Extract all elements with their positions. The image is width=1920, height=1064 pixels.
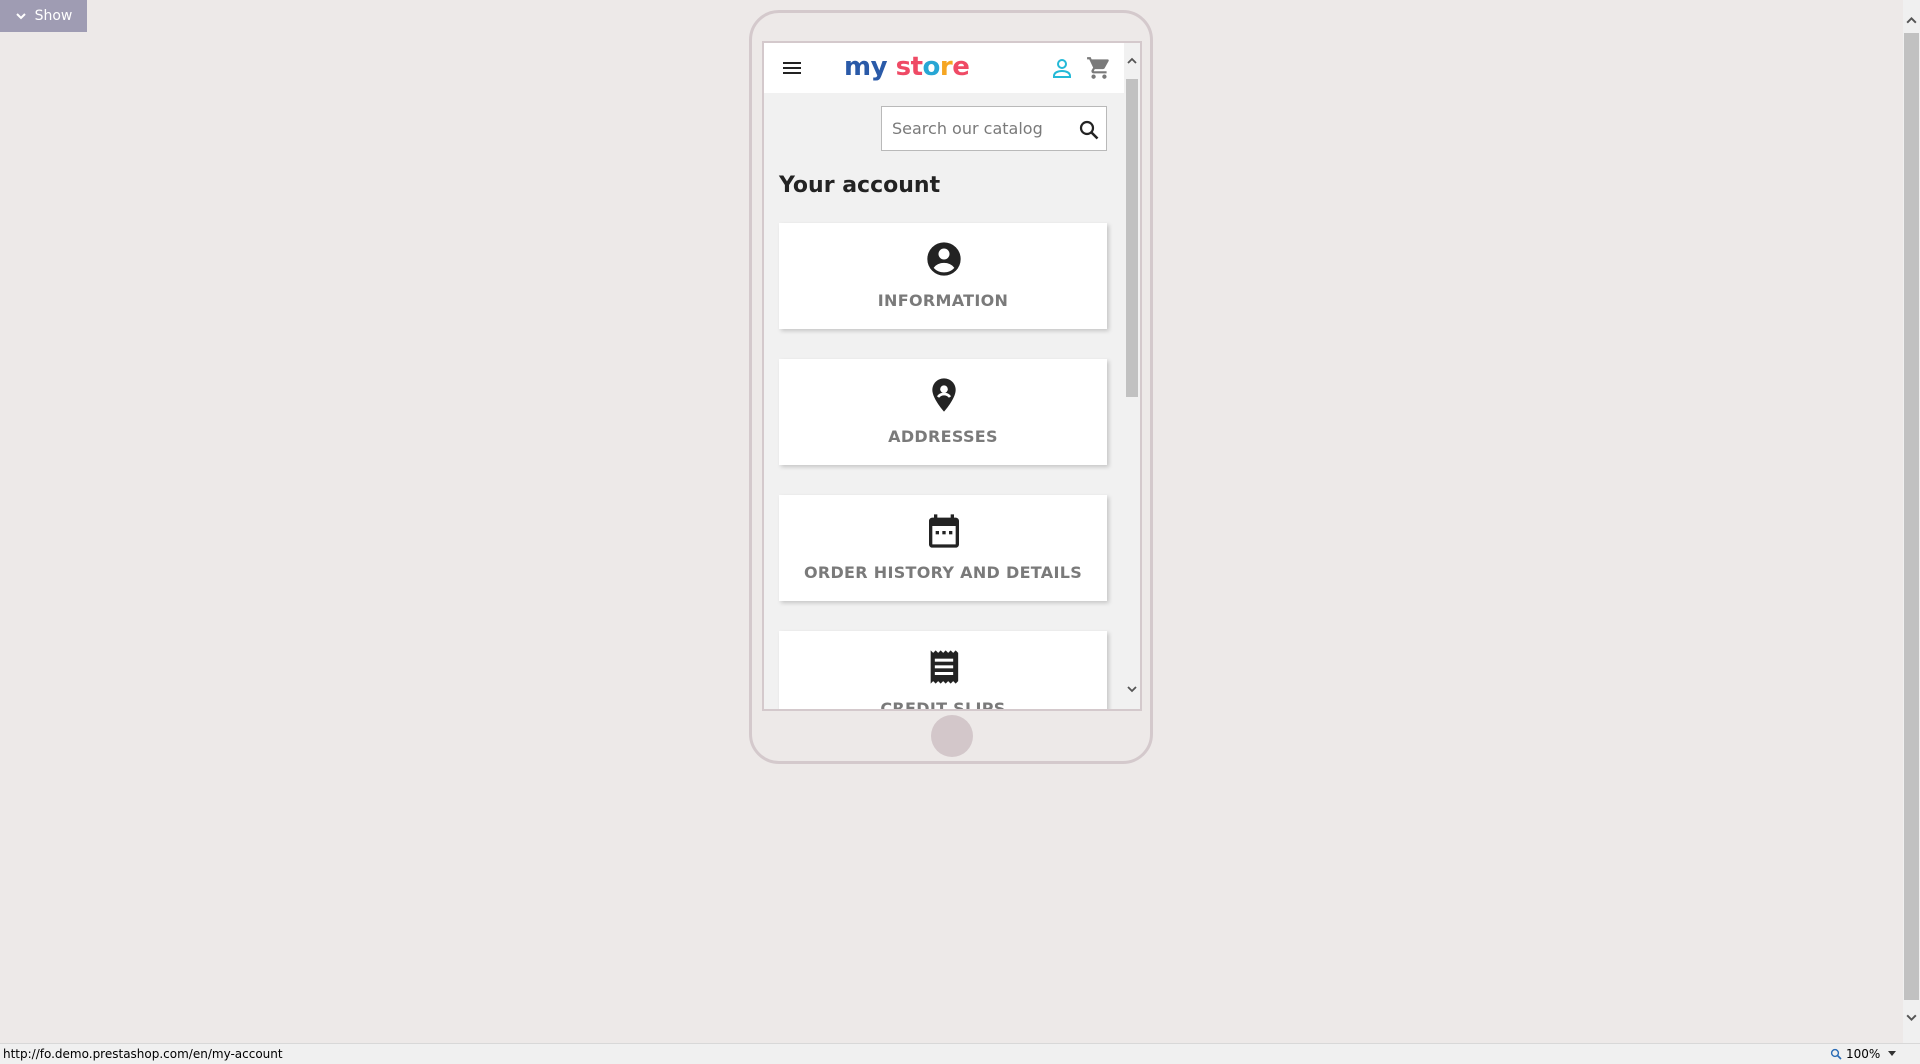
page-scroll-up-icon[interactable]: [1905, 14, 1918, 27]
location-pin-icon: [932, 378, 956, 412]
menu-icon[interactable]: [780, 56, 804, 80]
store-logo[interactable]: my store: [844, 52, 970, 82]
site-header: my store: [764, 43, 1124, 93]
tile-label: ADDRESSES: [888, 427, 998, 446]
scroll-down-icon[interactable]: [1126, 683, 1138, 695]
zoom-icon: [1830, 1048, 1842, 1060]
tile-credit-slips[interactable]: CREDIT SLIPS: [779, 631, 1107, 709]
status-url: http://fo.demo.prestashop.com/en/my-acco…: [3, 1047, 283, 1061]
page-scrollbar-thumb[interactable]: [1904, 33, 1919, 1000]
zoom-dropdown-icon[interactable]: [1888, 1051, 1896, 1057]
device-home-button: [931, 715, 973, 757]
inner-scrollbar[interactable]: [1124, 43, 1140, 709]
tile-label: INFORMATION: [877, 291, 1009, 310]
receipt-icon: [930, 650, 959, 684]
cart-icon[interactable]: [1086, 55, 1112, 81]
page-scroll-down-icon[interactable]: [1905, 1011, 1918, 1024]
page-scrollbar[interactable]: [1903, 0, 1920, 1043]
tile-order-history[interactable]: ORDER HISTORY AND DETAILS: [779, 495, 1107, 601]
account-circle-icon: [927, 242, 961, 276]
search-box: [881, 106, 1107, 151]
tile-addresses[interactable]: ADDRESSES: [779, 359, 1107, 465]
inner-scrollbar-thumb[interactable]: [1126, 79, 1138, 397]
search-icon[interactable]: [1077, 118, 1101, 142]
search-input[interactable]: [882, 107, 1062, 150]
show-button[interactable]: Show: [0, 0, 87, 32]
calendar-icon: [929, 514, 959, 548]
chevron-down-icon: [15, 13, 26, 20]
tile-label: ORDER HISTORY AND DETAILS: [803, 563, 1083, 582]
device-screen: my store Your account INF: [762, 41, 1142, 711]
status-bar: http://fo.demo.prestashop.com/en/my-acco…: [0, 1043, 1920, 1064]
user-icon[interactable]: [1050, 56, 1074, 80]
zoom-level: 100%: [1846, 1047, 1881, 1061]
page-viewport: my store Your account INF: [764, 43, 1124, 709]
zoom-indicator[interactable]: 100%: [1830, 1047, 1880, 1061]
tile-label: CREDIT SLIPS: [880, 699, 1006, 709]
tile-information[interactable]: INFORMATION: [779, 223, 1107, 329]
show-button-label: Show: [34, 8, 73, 24]
scroll-up-icon[interactable]: [1126, 55, 1138, 67]
page-title: Your account: [779, 173, 941, 198]
